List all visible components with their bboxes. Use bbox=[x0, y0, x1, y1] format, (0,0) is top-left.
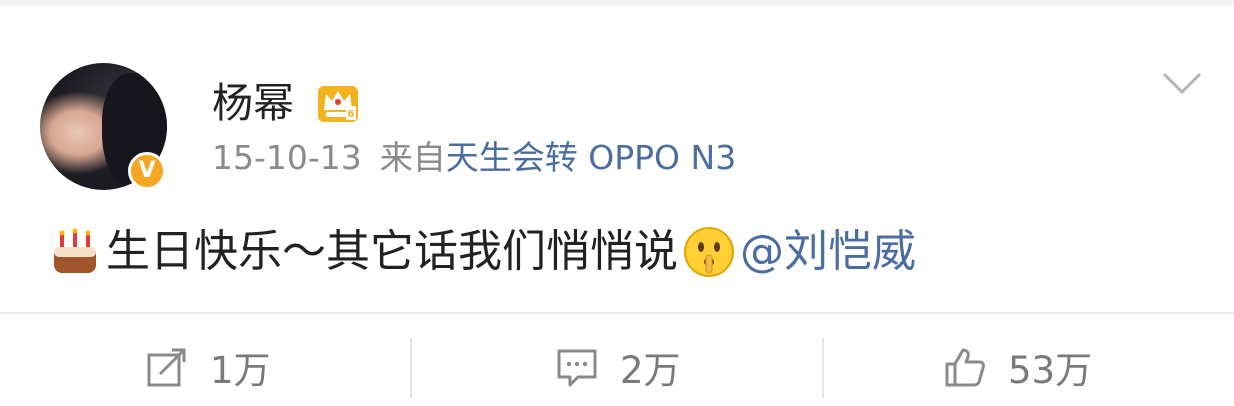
cake-emoji-icon bbox=[54, 228, 96, 273]
repost-button[interactable]: 1万 bbox=[146, 340, 271, 394]
top-divider-strip bbox=[0, 0, 1234, 6]
comment-icon bbox=[557, 349, 597, 387]
source-prefix: 来自 bbox=[379, 138, 446, 177]
svg-text:6: 6 bbox=[348, 109, 355, 120]
post-meta: 15-10-13 来自天生会转 OPPO N3 bbox=[212, 138, 736, 178]
comment-count: 2万 bbox=[620, 349, 681, 392]
comment-button[interactable]: 2万 bbox=[556, 340, 681, 394]
shh-emoji-icon bbox=[684, 227, 734, 277]
crown-badge-icon[interactable]: 6 bbox=[316, 84, 360, 124]
username[interactable]: 杨幂 bbox=[212, 78, 294, 128]
post-body: 生日快乐～其它话我们悄悄说 @刘恺威 bbox=[48, 222, 916, 282]
action-bar-divider bbox=[0, 312, 1234, 314]
action-separator bbox=[410, 338, 412, 398]
chevron-down-icon[interactable] bbox=[1160, 70, 1204, 96]
like-button[interactable]: 53万 bbox=[944, 340, 1092, 394]
post-date: 15-10-13 bbox=[212, 138, 362, 177]
verified-badge: V bbox=[128, 152, 166, 190]
repost-icon bbox=[147, 348, 186, 387]
repost-count: 1万 bbox=[210, 349, 271, 392]
source-device-link[interactable]: 天生会转 OPPO N3 bbox=[446, 138, 736, 177]
thumbs-up-icon bbox=[945, 348, 985, 387]
post-text: 生日快乐～其它话我们悄悄说 bbox=[106, 226, 678, 277]
action-separator bbox=[822, 338, 824, 398]
mention-link[interactable]: @刘恺威 bbox=[740, 222, 916, 282]
like-count: 53万 bbox=[1008, 349, 1093, 392]
